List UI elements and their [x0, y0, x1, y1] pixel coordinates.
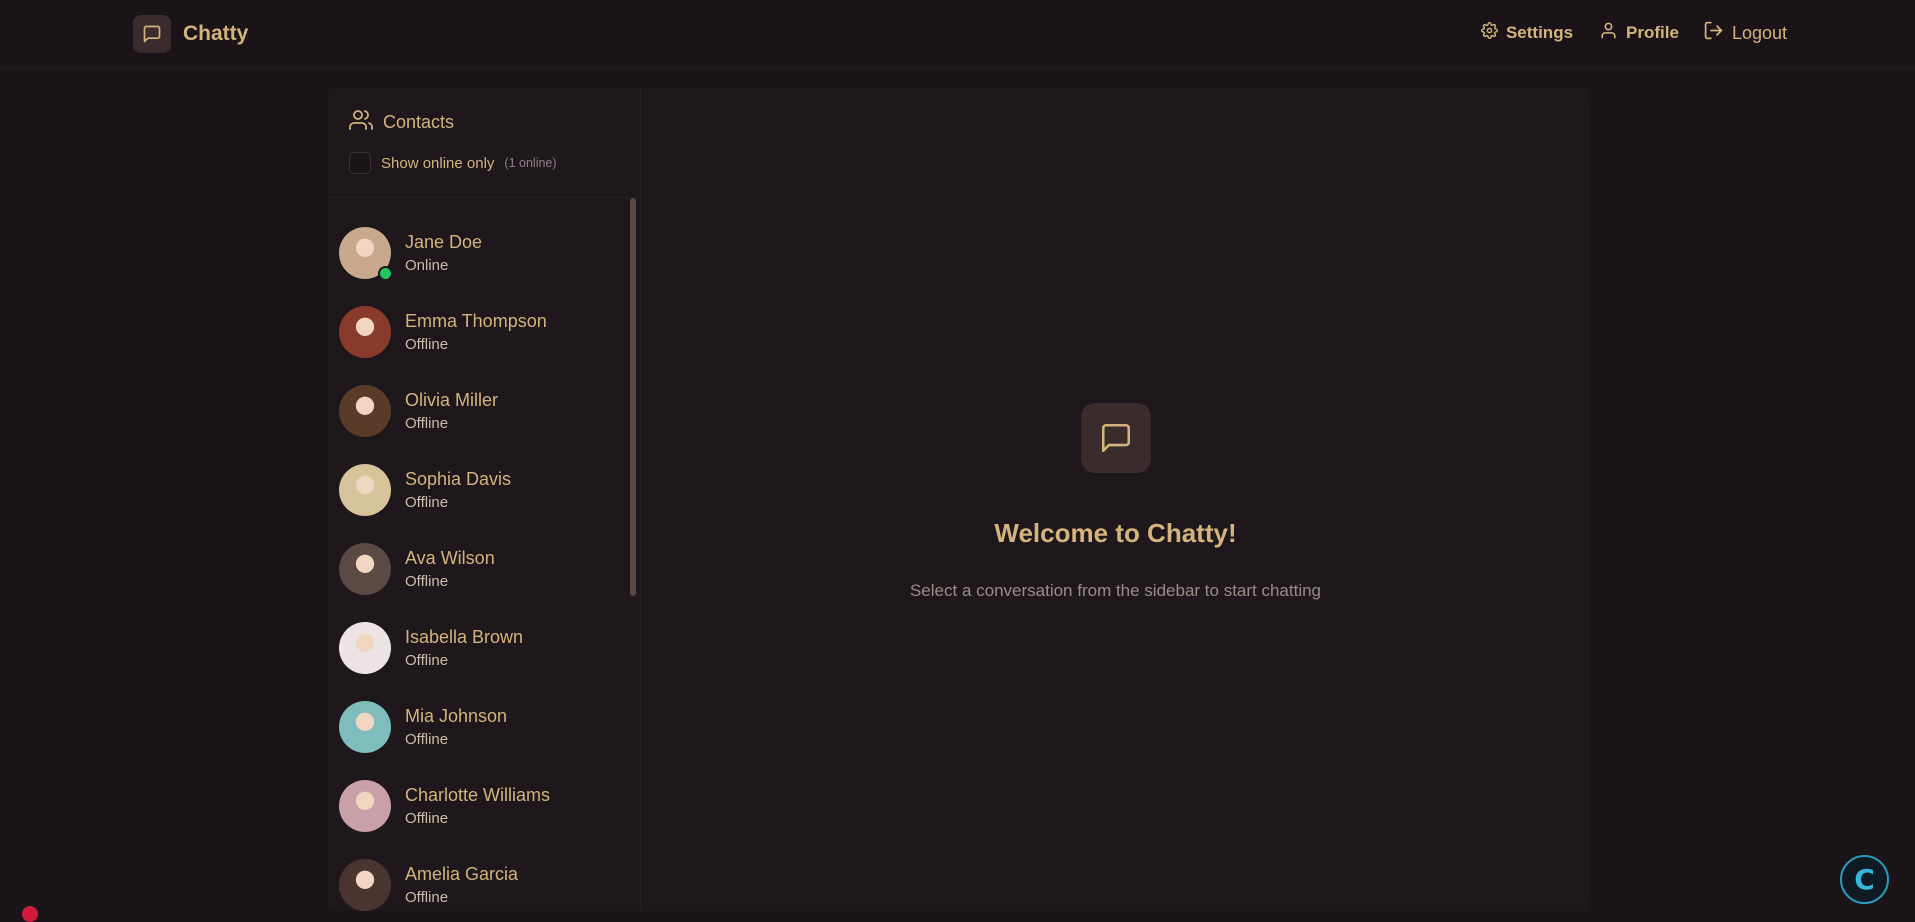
- message-square-icon: [133, 15, 171, 53]
- contact-info: Isabella Brown Offline: [405, 626, 523, 669]
- profile-label: Profile: [1626, 23, 1679, 42]
- contacts-heading: Contacts: [349, 108, 618, 137]
- avatar: [339, 542, 391, 595]
- profile-button[interactable]: Profile: [1599, 21, 1679, 45]
- contact-status: Online: [405, 257, 449, 274]
- online-filter[interactable]: Show online only (1 online): [349, 152, 618, 174]
- avatar-wrapper: [339, 621, 391, 674]
- contact-item[interactable]: Amelia Garcia Offline: [327, 845, 637, 911]
- avatar: [339, 858, 391, 911]
- contact-name: Amelia Garcia: [405, 864, 519, 884]
- avatar-wrapper: [339, 542, 391, 595]
- avatar: [339, 305, 391, 358]
- avatar-wrapper: [339, 858, 391, 911]
- contact-item[interactable]: Sophia Davis Offline: [327, 450, 637, 529]
- sidebar-header: Contacts Show online only (1 online): [327, 88, 640, 198]
- contact-list-scrollbar[interactable]: [630, 198, 636, 596]
- show-online-label: Show online only: [381, 154, 495, 172]
- online-indicator: [378, 265, 393, 281]
- c-logo-icon: C: [1854, 863, 1875, 896]
- gear-icon: [1481, 22, 1506, 44]
- navbar: Chatty Settings Profile Logout: [0, 0, 1915, 68]
- contact-item[interactable]: Isabella Brown Offline: [327, 608, 637, 687]
- contacts-sidebar: Contacts Show online only (1 online) Jan…: [327, 88, 641, 911]
- welcome-content: Welcome to Chatty! Select a conversation…: [641, 403, 1590, 601]
- contact-list[interactable]: Jane Doe Online Emma Thompson Offline Olivia…: [327, 213, 637, 911]
- avatar: [339, 384, 391, 437]
- contact-status: Offline: [405, 573, 449, 590]
- welcome-title: Welcome to Chatty!: [994, 518, 1237, 548]
- avatar-wrapper: [339, 305, 391, 358]
- contact-status: Offline: [405, 731, 449, 748]
- app-name: Chatty: [183, 22, 249, 45]
- welcome-panel: Welcome to Chatty! Select a conversation…: [641, 88, 1590, 911]
- users-icon: [349, 108, 383, 137]
- contact-name: Sophia Davis: [405, 469, 512, 489]
- contact-status: Offline: [405, 336, 449, 353]
- message-square-icon: [1080, 403, 1151, 473]
- contact-info: Charlotte Williams Offline: [405, 784, 550, 827]
- contact-status: Offline: [405, 889, 449, 906]
- contact-info: Jane Doe Online: [405, 231, 482, 274]
- contact-info: Ava Wilson Offline: [405, 547, 495, 590]
- show-online-checkbox[interactable]: [349, 152, 371, 174]
- nav-actions: Settings Profile Logout: [1455, 20, 1787, 46]
- contact-item[interactable]: Jane Doe Online: [327, 213, 637, 292]
- contact-name: Charlotte Williams: [405, 785, 551, 805]
- settings-button[interactable]: Settings: [1481, 22, 1573, 44]
- contact-name: Isabella Brown: [405, 627, 524, 647]
- contact-info: Emma Thompson Offline: [405, 310, 547, 353]
- corner-logo-button[interactable]: C: [1840, 855, 1889, 904]
- avatar: [339, 700, 391, 753]
- contact-name: Mia Johnson: [405, 706, 508, 726]
- avatar: [339, 463, 391, 516]
- contact-status: Offline: [405, 415, 449, 432]
- contact-status: Offline: [405, 810, 449, 827]
- contact-name: Olivia Miller: [405, 390, 499, 410]
- contact-info: Sophia Davis Offline: [405, 468, 511, 511]
- contact-status: Offline: [405, 494, 449, 511]
- contact-status: Offline: [405, 652, 449, 669]
- logout-button[interactable]: Logout: [1703, 20, 1787, 46]
- contact-info: Olivia Miller Offline: [405, 389, 498, 432]
- avatar-wrapper: [339, 700, 391, 753]
- contact-name: Jane Doe: [405, 232, 483, 252]
- contact-item[interactable]: Olivia Miller Offline: [327, 371, 637, 450]
- avatar-wrapper: [339, 779, 391, 832]
- welcome-subtitle: Select a conversation from the sidebar t…: [909, 581, 1322, 600]
- contact-item[interactable]: Charlotte Williams Offline: [327, 766, 637, 845]
- chat-container: Contacts Show online only (1 online) Jan…: [327, 88, 1590, 911]
- online-count: (1 online): [504, 156, 557, 170]
- contact-name: Ava Wilson: [405, 548, 495, 568]
- brand-link[interactable]: Chatty: [133, 15, 248, 53]
- avatar-wrapper: [339, 384, 391, 437]
- contact-name: Emma Thompson: [405, 311, 547, 331]
- contacts-title: Contacts: [383, 112, 455, 132]
- contact-info: Mia Johnson Offline: [405, 705, 507, 748]
- avatar-wrapper: [339, 226, 393, 281]
- avatar-wrapper: [339, 463, 391, 516]
- avatar: [339, 621, 391, 674]
- contact-item[interactable]: Ava Wilson Offline: [327, 529, 637, 608]
- settings-label: Settings: [1505, 23, 1574, 42]
- contact-item[interactable]: Emma Thompson Offline: [327, 292, 637, 371]
- logout-icon: [1703, 20, 1732, 46]
- avatar: [339, 779, 391, 832]
- user-icon: [1599, 21, 1626, 45]
- contact-item[interactable]: Mia Johnson Offline: [327, 687, 637, 766]
- contact-info: Amelia Garcia Offline: [405, 863, 518, 906]
- notification-dot: [22, 906, 38, 922]
- logout-label: Logout: [1731, 22, 1787, 43]
